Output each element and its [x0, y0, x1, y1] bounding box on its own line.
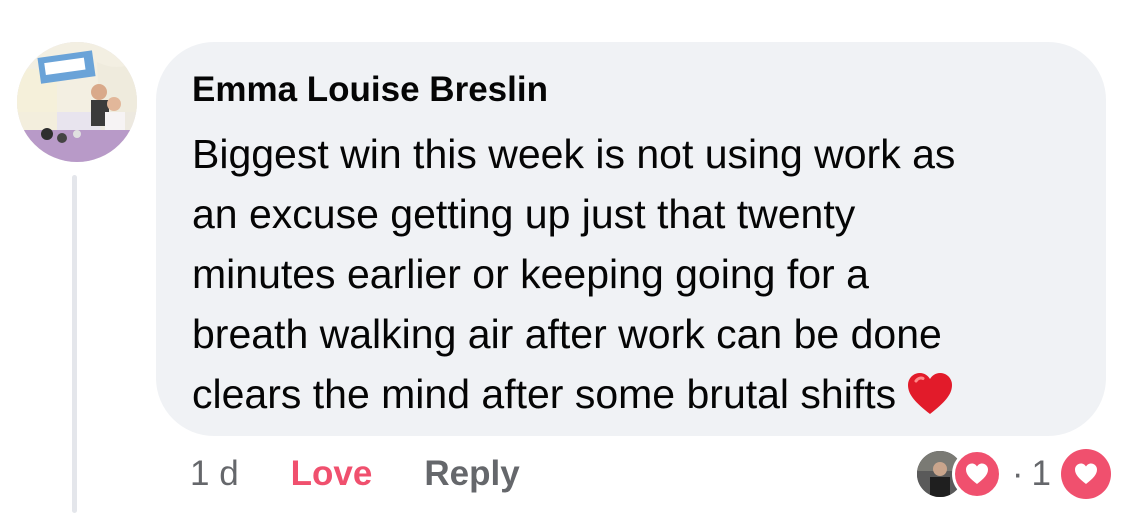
comment-line: minutes earlier or keeping going for a — [192, 251, 869, 297]
comment: Emma Louise Breslin Biggest win this wee… — [0, 0, 1121, 513]
reaction-summary[interactable]: · 1 — [913, 448, 1111, 500]
comment-line: clears the mind after some brutal shifts — [192, 371, 897, 417]
comment-bubble: Emma Louise Breslin Biggest win this wee… — [156, 42, 1106, 436]
comment-timestamp[interactable]: 1 d — [190, 454, 239, 494]
reaction-separator: · — [1011, 454, 1024, 493]
love-button[interactable]: Love — [291, 454, 373, 494]
comment-text: Biggest win this week is not using work … — [192, 124, 1072, 432]
reaction-count: 1 — [1031, 454, 1051, 493]
comment-line: an excuse getting up just that twenty — [192, 191, 856, 237]
reply-button[interactable]: Reply — [424, 454, 519, 494]
comment-line: breath walking air after work can be don… — [192, 311, 942, 357]
comment-line-last: clears the mind after some brutal shifts — [192, 364, 1072, 432]
comment-actions: 1 d Love Reply — [190, 452, 520, 496]
red-heart-icon — [906, 372, 954, 432]
thread-line — [72, 175, 77, 513]
author-name[interactable]: Emma Louise Breslin — [192, 70, 548, 110]
comment-line: Biggest win this week is not using work … — [192, 131, 956, 177]
author-avatar[interactable] — [17, 42, 137, 162]
love-reaction-icon — [1061, 449, 1111, 499]
love-reaction-icon — [951, 449, 1002, 499]
